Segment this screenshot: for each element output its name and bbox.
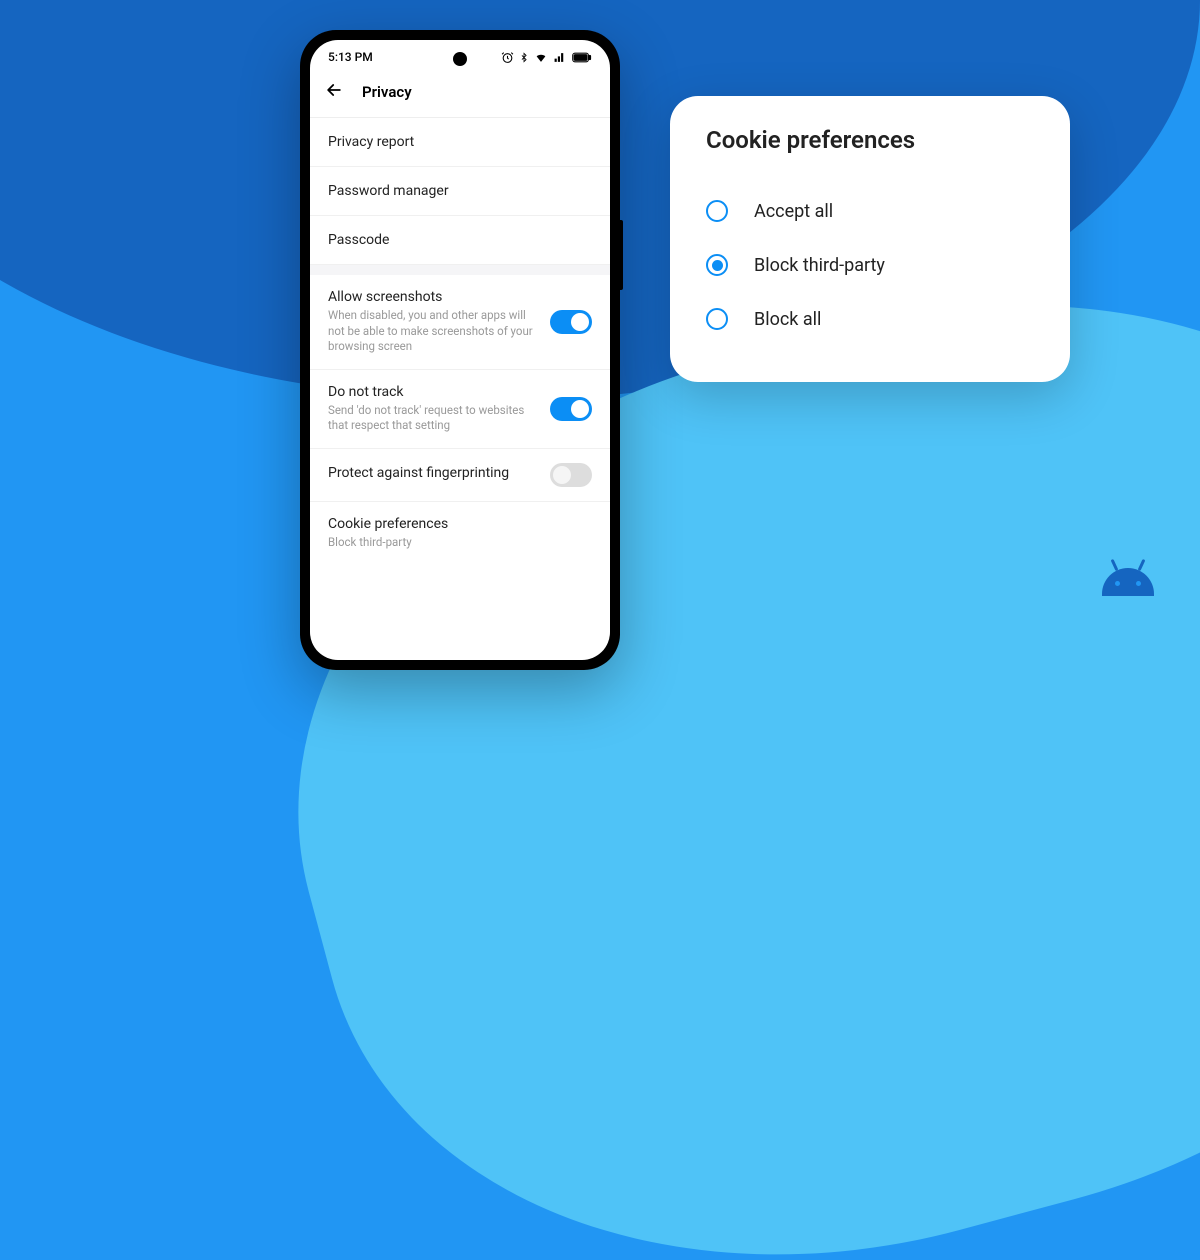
setting-do-not-track[interactable]: Do not track Send 'do not track' request… xyxy=(310,370,610,449)
signal-icon xyxy=(553,51,567,64)
android-logo-icon xyxy=(1102,568,1154,604)
status-time: 5:13 PM xyxy=(328,50,373,64)
toggle-allow-screenshots[interactable] xyxy=(550,310,592,334)
setting-fingerprinting[interactable]: Protect against fingerprinting xyxy=(310,449,610,502)
nav-item-passcode[interactable]: Passcode xyxy=(310,216,610,265)
radio-icon xyxy=(706,254,728,276)
radio-icon xyxy=(706,308,728,330)
nav-item-privacy-report[interactable]: Privacy report xyxy=(310,118,610,167)
section-gap xyxy=(310,265,610,275)
radio-option-block-all[interactable]: Block all xyxy=(706,292,1034,346)
setting-allow-screenshots[interactable]: Allow screenshots When disabled, you and… xyxy=(310,275,610,370)
radio-option-accept-all[interactable]: Accept all xyxy=(706,184,1034,238)
cookie-preferences-popup: Cookie preferences Accept all Block thir… xyxy=(670,96,1070,382)
setting-title: Allow screenshots xyxy=(328,289,538,305)
setting-title: Do not track xyxy=(328,384,538,400)
phone-screen: 5:13 PM Privacy Privacy report Password … xyxy=(310,40,610,660)
bluetooth-icon xyxy=(519,51,529,64)
setting-title: Cookie preferences xyxy=(328,516,592,532)
wifi-icon xyxy=(534,51,548,64)
nav-item-password-manager[interactable]: Password manager xyxy=(310,167,610,216)
phone-power-button xyxy=(620,220,623,290)
radio-label: Accept all xyxy=(754,201,833,222)
battery-icon xyxy=(572,51,592,64)
toggle-do-not-track[interactable] xyxy=(550,397,592,421)
phone-frame: 5:13 PM Privacy Privacy report Password … xyxy=(300,30,620,670)
radio-option-block-third-party[interactable]: Block third-party xyxy=(706,238,1034,292)
status-icons xyxy=(501,51,592,64)
setting-value: Block third-party xyxy=(328,535,592,549)
alarm-icon xyxy=(501,51,514,64)
radio-label: Block all xyxy=(754,309,821,330)
screen-title: Privacy xyxy=(362,83,412,101)
radio-label: Block third-party xyxy=(754,255,885,276)
setting-title: Protect against fingerprinting xyxy=(328,465,538,481)
setting-cookie-preferences[interactable]: Cookie preferences Block third-party xyxy=(310,502,610,563)
camera-cutout xyxy=(453,52,467,66)
popup-title: Cookie preferences xyxy=(706,126,1034,154)
screen-header: Privacy xyxy=(310,70,610,118)
toggle-fingerprinting[interactable] xyxy=(550,463,592,487)
radio-icon xyxy=(706,200,728,222)
back-button[interactable] xyxy=(324,80,344,103)
setting-desc: Send 'do not track' request to websites … xyxy=(328,403,538,434)
setting-desc: When disabled, you and other apps will n… xyxy=(328,308,538,355)
